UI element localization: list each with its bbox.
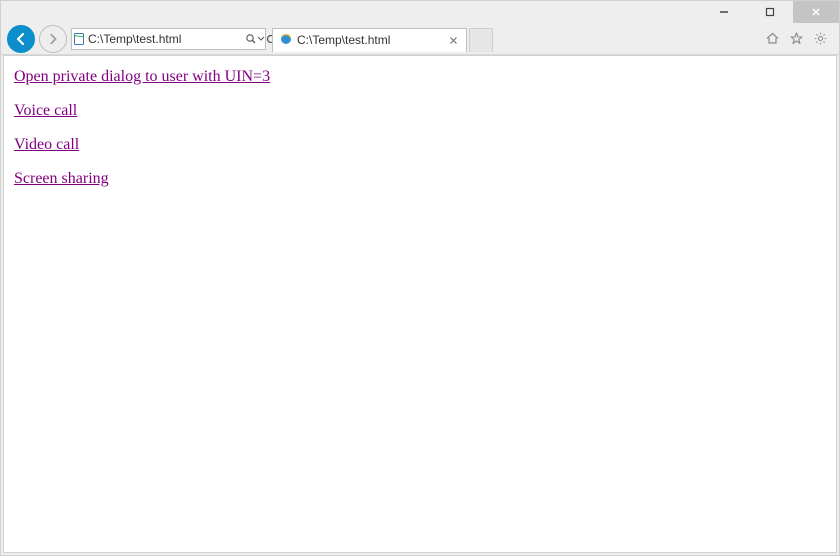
search-dropdown-button[interactable] (257, 29, 265, 49)
home-icon[interactable] (763, 30, 781, 48)
link-voice-call[interactable]: Voice call (14, 102, 77, 119)
window-close-button[interactable] (793, 1, 839, 23)
address-input[interactable] (86, 29, 245, 49)
link-video-call[interactable]: Video call (14, 136, 79, 153)
nav-forward-button[interactable] (39, 25, 67, 53)
tab-close-button[interactable] (446, 36, 460, 45)
new-tab-button[interactable] (469, 28, 493, 52)
tab-title: C:\Temp\test.html (297, 33, 442, 47)
tab-strip: C:\Temp\test.html (272, 27, 759, 51)
favorites-icon[interactable] (787, 30, 805, 48)
browser-tab[interactable]: C:\Temp\test.html (272, 28, 467, 52)
toolbar-right-icons (763, 30, 833, 48)
browser-toolbar: C:\Temp\test.html (1, 23, 839, 55)
window-minimize-button[interactable] (701, 1, 747, 23)
ie-icon (279, 32, 293, 49)
window-titlebar (1, 1, 839, 23)
browser-window: C:\Temp\test.html Open private dialog to… (0, 0, 840, 556)
nav-back-button[interactable] (7, 25, 35, 53)
page-icon (72, 32, 86, 46)
link-open-private-dialog[interactable]: Open private dialog to user with UIN=3 (14, 68, 270, 85)
window-maximize-button[interactable] (747, 1, 793, 23)
tools-icon[interactable] (811, 30, 829, 48)
search-button[interactable] (245, 29, 257, 49)
page-content: Open private dialog to user with UIN=3 V… (3, 55, 837, 553)
address-bar (71, 28, 266, 50)
link-screen-sharing[interactable]: Screen sharing (14, 170, 109, 187)
